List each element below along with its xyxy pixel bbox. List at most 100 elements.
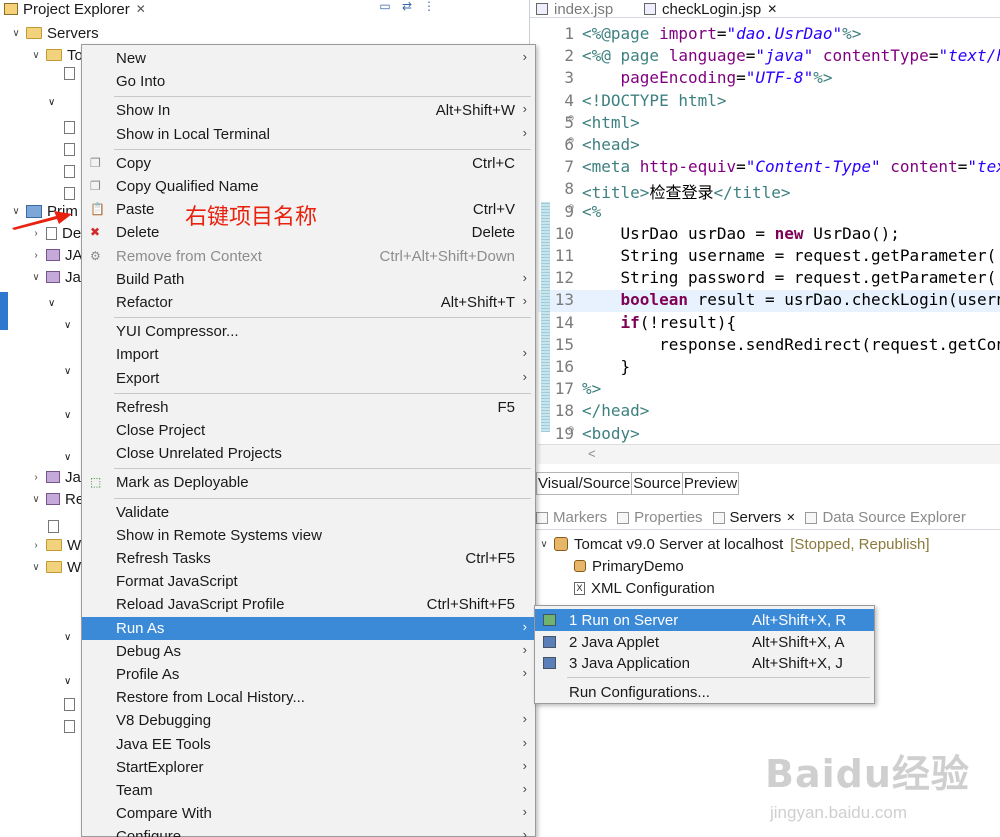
- menu-item-show-in-local-terminal[interactable]: Show in Local Terminal ›: [82, 123, 535, 146]
- code-editor[interactable]: 1 <%@page import="dao.UsrDao"%> 2 <%@ page …: [538, 22, 1000, 462]
- menu-item-refresh-tasks[interactable]: Refresh Tasks Ctrl+F5: [82, 547, 535, 570]
- code-line[interactable]: 5 ⊖ <html>: [538, 113, 1000, 135]
- scroll-left-arrow[interactable]: <: [588, 446, 596, 461]
- fold-toggle-icon[interactable]: ⊖: [568, 202, 574, 213]
- menu-item-refresh[interactable]: Refresh F5: [82, 396, 535, 419]
- submenu-item-3-java-application[interactable]: 3 Java Application Alt+Shift+X, J: [535, 652, 874, 674]
- tree-item[interactable]: ∨ W: [30, 556, 81, 578]
- code-line[interactable]: 6 ⊖ <head>: [538, 135, 1000, 157]
- menu-item-format-javascript[interactable]: Format JavaScript: [82, 570, 535, 593]
- menu-item-show-in-remote-systems-view[interactable]: Show in Remote Systems view: [82, 524, 535, 547]
- menu-item-close-project[interactable]: Close Project: [82, 419, 535, 442]
- code-line[interactable]: 1 <%@page import="dao.UsrDao"%>: [538, 24, 1000, 46]
- editor-tab[interactable]: checkLogin.jsp ✕: [644, 0, 777, 18]
- view-menu-icon[interactable]: ⋮: [422, 0, 436, 12]
- code-line[interactable]: 13 boolean result = usrDao.checkLogin(us…: [538, 290, 1000, 313]
- code-line[interactable]: 11 String username = request.getParamete…: [538, 246, 1000, 268]
- menu-item-yui-compressor[interactable]: YUI Compressor...: [82, 320, 535, 343]
- editor-mode-tab[interactable]: Visual/Source: [536, 472, 633, 495]
- menu-item-export[interactable]: Export ›: [82, 367, 535, 390]
- menu-item-go-into[interactable]: Go Into: [82, 70, 535, 93]
- code-line[interactable]: 9 ⊖ <%: [538, 202, 1000, 224]
- menu-item-reload-javascript-profile[interactable]: Reload JavaScript Profile Ctrl+Shift+F5: [82, 593, 535, 616]
- tree-item[interactable]: ∨ Ja: [30, 266, 81, 288]
- chevron-down-icon[interactable]: ∨: [30, 272, 42, 283]
- menu-item-refactor[interactable]: Refactor Alt+Shift+T ›: [82, 291, 535, 314]
- tree-item[interactable]: ∨ Servers: [10, 22, 98, 44]
- project-explorer-tab[interactable]: Project Explorer ✕: [0, 0, 170, 18]
- menu-item-java-ee-tools[interactable]: Java EE Tools ›: [82, 733, 535, 756]
- menu-item-v8-debugging[interactable]: V8 Debugging ›: [82, 709, 535, 732]
- fold-toggle-icon[interactable]: ⊖: [568, 135, 574, 146]
- view-tab[interactable]: Data Source Explorer: [805, 509, 966, 526]
- fold-toggle-icon[interactable]: ⊖: [568, 113, 574, 124]
- submenu-item-2-java-applet[interactable]: 2 Java Applet Alt+Shift+X, A: [535, 631, 874, 653]
- menu-item-profile-as[interactable]: Profile As ›: [82, 663, 535, 686]
- menu-item-build-path[interactable]: Build Path ›: [82, 268, 535, 291]
- submenu-item-1-run-on-server[interactable]: 1 Run on Server Alt+Shift+X, R: [535, 609, 874, 631]
- chevron-down-icon[interactable]: ∨: [30, 50, 42, 61]
- menu-item-startexplorer[interactable]: StartExplorer ›: [82, 756, 535, 779]
- tree-item[interactable]: › JA: [30, 244, 82, 266]
- code-line[interactable]: 15 response.sendRedirect(request.getCon: [538, 335, 1000, 357]
- view-tab[interactable]: Properties: [617, 509, 703, 526]
- submenu-item-run-configurations[interactable]: Run Configurations...: [535, 681, 874, 703]
- tree-item[interactable]: ∨ To: [30, 44, 83, 66]
- view-tab[interactable]: Servers ✕: [712, 509, 795, 526]
- menu-item-debug-as[interactable]: Debug As ›: [82, 640, 535, 663]
- code-line[interactable]: 8 <title>检查登录</title>: [538, 179, 1000, 202]
- code-line[interactable]: 3 pageEncoding="UTF-8"%>: [538, 68, 1000, 90]
- close-icon[interactable]: ✕: [767, 2, 777, 16]
- code-line[interactable]: 7 <meta http-equiv="Content-Type" content…: [538, 157, 1000, 179]
- menu-item-close-unrelated-projects[interactable]: Close Unrelated Projects: [82, 442, 535, 465]
- menu-item-mark-as-deployable[interactable]: ⬚ Mark as Deployable: [82, 471, 535, 494]
- code-line[interactable]: 14 if(!result){: [538, 313, 1000, 335]
- link-with-editor-icon[interactable]: ⇄: [400, 0, 414, 12]
- code-line[interactable]: 2 <%@ page language="java" contentType="t…: [538, 46, 1000, 68]
- code-line[interactable]: 18 </head>: [538, 401, 1000, 423]
- view-tab[interactable]: Markers: [536, 509, 607, 526]
- chevron-right-icon[interactable]: ›: [30, 540, 42, 551]
- code-line[interactable]: 4 <!DOCTYPE html>: [538, 91, 1000, 113]
- code-line[interactable]: 17 %>: [538, 379, 1000, 401]
- library-icon: [46, 471, 60, 483]
- menu-item-new[interactable]: New ›: [82, 47, 535, 70]
- chevron-down-icon[interactable]: ∨: [30, 562, 42, 573]
- tree-item[interactable]: ∨ Re: [30, 488, 84, 510]
- menu-item-copy-qualified-name[interactable]: ❐ Copy Qualified Name: [82, 175, 535, 198]
- collapse-all-icon[interactable]: ▭: [378, 0, 392, 12]
- close-icon[interactable]: ✕: [786, 511, 795, 524]
- menu-item-compare-with[interactable]: Compare With ›: [82, 802, 535, 825]
- tree-item[interactable]: › Ja: [30, 466, 81, 488]
- code-token: <body>: [582, 423, 640, 443]
- menu-item-label: Reload JavaScript Profile: [116, 596, 285, 614]
- java-applet-icon: [543, 635, 556, 648]
- menu-item-validate[interactable]: Validate: [82, 501, 535, 524]
- editor-mode-tab[interactable]: Source: [631, 472, 683, 495]
- fold-toggle-icon[interactable]: ⊖: [568, 424, 574, 435]
- code-line[interactable]: 19 ⊖ <body>: [538, 424, 1000, 446]
- menu-item-run-as[interactable]: Run As ›: [82, 616, 535, 640]
- menu-item-copy[interactable]: ❐ Copy Ctrl+C: [82, 152, 535, 175]
- server-row[interactable]: ∨ Tomcat v9.0 Server at localhost [Stopp…: [538, 533, 929, 555]
- tree-item[interactable]: › W: [30, 534, 81, 556]
- server-child-row[interactable]: PrimaryDemo: [574, 555, 684, 577]
- menu-item-team[interactable]: Team ›: [82, 779, 535, 802]
- editor-horizontal-scrollbar[interactable]: <: [538, 444, 1000, 464]
- code-line[interactable]: 16 }: [538, 357, 1000, 379]
- menu-item-restore-from-local-history[interactable]: Restore from Local History...: [82, 686, 535, 709]
- menu-item-import[interactable]: Import ›: [82, 343, 535, 366]
- server-child-row[interactable]: X XML Configuration: [574, 577, 715, 599]
- chevron-down-icon[interactable]: ∨: [10, 28, 22, 39]
- server-expand-icon[interactable]: ∨: [538, 539, 550, 550]
- menu-item-show-in[interactable]: Show In Alt+Shift+W ›: [82, 99, 535, 122]
- editor-tab[interactable]: index.jsp: [536, 0, 613, 18]
- chevron-right-icon[interactable]: ›: [30, 250, 42, 261]
- close-icon[interactable]: ✕: [136, 2, 146, 16]
- chevron-down-icon[interactable]: ∨: [30, 494, 42, 505]
- code-line[interactable]: 12 String password = request.getParamete…: [538, 268, 1000, 290]
- editor-mode-tab[interactable]: Preview: [681, 472, 740, 495]
- code-line[interactable]: 10 UsrDao usrDao = new UsrDao();: [538, 224, 1000, 246]
- menu-item-configure[interactable]: Configure ›: [82, 825, 535, 837]
- chevron-right-icon[interactable]: ›: [30, 472, 42, 483]
